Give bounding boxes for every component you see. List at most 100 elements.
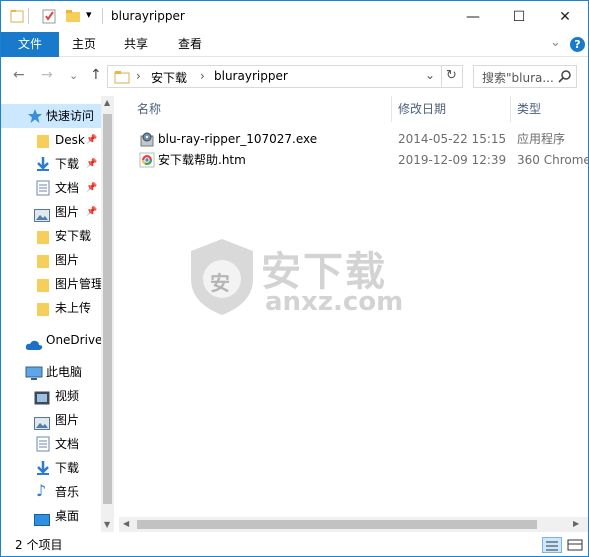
column-header-name[interactable]: 名称 <box>137 96 161 122</box>
watermark-badge: 安 <box>210 271 230 295</box>
sidebar-item-label: 视频 <box>55 389 80 403</box>
sidebar-item-label: 文档 <box>55 181 80 195</box>
sidebar-item-documents[interactable]: 文档 <box>1 432 101 456</box>
breadcrumb-segment[interactable]: blurayripper <box>214 69 288 83</box>
sidebar-item-music[interactable]: ♪ 音乐 <box>1 480 101 504</box>
sidebar-item-folder[interactable]: 图片管理 <box>1 272 104 296</box>
sidebar-item-pictures[interactable]: 图片 📌 <box>1 200 101 224</box>
horizontal-scrollbar[interactable]: ◀ ▶ <box>119 517 588 532</box>
scroll-down-icon[interactable]: ▼ <box>104 520 110 529</box>
folder-icon <box>36 133 50 148</box>
desktop-icon <box>34 510 50 526</box>
pin-icon: 📌 <box>86 207 98 217</box>
divider <box>28 8 29 24</box>
sidebar-item-documents[interactable]: 文档 📌 <box>1 176 101 200</box>
sidebar-item-label: 快速访问 <box>46 109 95 123</box>
column-divider[interactable] <box>391 96 392 122</box>
item-count: 2 个项目 <box>15 538 63 552</box>
sidebar-scrollbar[interactable]: ▲ ▼ <box>101 96 114 532</box>
navigation-bar: ← → ⌄ ↑ › 安下载 › blurayripper ⌄ ↻ 搜索"blur… <box>1 58 588 94</box>
watermark: 安 安下载 anxz.com <box>187 237 407 317</box>
pin-icon: 📌 <box>86 135 98 145</box>
sidebar-item-label: Desk <box>55 133 85 147</box>
details-view-icon[interactable] <box>542 537 562 553</box>
sidebar-item-onedrive[interactable]: OneDrive <box>1 328 102 352</box>
sidebar-item-label: 图片 <box>55 205 80 219</box>
document-icon <box>36 180 50 196</box>
cloud-icon <box>25 335 43 350</box>
up-arrow-icon[interactable]: ↑ <box>90 67 102 83</box>
expand-ribbon-icon[interactable]: ⌄ <box>550 35 561 50</box>
file-row[interactable]: 安下载帮助.htm 2019-12-09 12:39 360 Chrome <box>137 150 588 171</box>
file-name: 安下载帮助.htm <box>158 153 246 167</box>
sidebar-item-this-pc[interactable]: 此电脑 <box>1 360 101 384</box>
properties-icon[interactable] <box>41 8 57 24</box>
download-icon <box>35 156 49 171</box>
tab-view[interactable]: 查看 <box>167 32 213 57</box>
search-placeholder: 搜索"blura... <box>482 71 554 85</box>
sidebar-item-label: 此电脑 <box>46 365 83 379</box>
chrome-html-icon <box>139 152 155 175</box>
minimize-button[interactable]: — <box>450 1 496 32</box>
sidebar-item-desktop[interactable]: 桌面 <box>1 504 101 528</box>
folder-icon <box>36 277 50 292</box>
sidebar-item-folder[interactable]: 安下载 <box>1 224 101 248</box>
divider <box>102 8 103 24</box>
back-arrow-icon[interactable]: ← <box>13 67 25 83</box>
file-row[interactable]: blu-ray-ripper_107027.exe 2014-05-22 15:… <box>137 129 588 150</box>
scroll-right-icon[interactable]: ▶ <box>573 519 579 528</box>
sort-ascending-icon: ^ <box>256 96 266 103</box>
column-divider[interactable] <box>510 96 511 122</box>
quick-access-dropdown-icon[interactable]: ▾ <box>86 8 92 21</box>
sidebar-item-folder[interactable]: 未上传 <box>1 296 101 320</box>
tab-home[interactable]: 主页 <box>61 32 107 57</box>
sidebar-item-pictures[interactable]: 图片 <box>1 408 101 432</box>
sidebar-item-downloads[interactable]: 下载 <box>1 456 101 480</box>
document-icon <box>36 436 50 452</box>
maximize-button[interactable]: ☐ <box>496 1 542 32</box>
sidebar-item-videos[interactable]: 视频 <box>1 384 101 408</box>
sidebar-item-label: 安下载 <box>55 229 92 243</box>
tab-file[interactable]: 文件 <box>1 32 59 57</box>
pin-icon: 📌 <box>86 159 98 169</box>
ribbon: 文件 主页 共享 查看 ⌄ ? <box>1 32 588 57</box>
sidebar-item-folder[interactable]: 图片 <box>1 248 101 272</box>
scrollbar-thumb[interactable] <box>103 114 112 504</box>
recent-locations-icon[interactable]: ⌄ <box>69 69 78 82</box>
new-folder-icon[interactable] <box>65 8 81 24</box>
forward-arrow-icon[interactable]: → <box>41 67 53 83</box>
help-icon[interactable]: ? <box>570 37 585 52</box>
close-button[interactable]: ✕ <box>542 1 588 32</box>
scrollbar-thumb[interactable] <box>137 520 537 529</box>
large-icons-view-icon[interactable] <box>566 537 584 553</box>
pin-icon: 📌 <box>86 183 98 193</box>
file-date: 2019-12-09 12:39 <box>398 153 507 167</box>
divider <box>441 66 442 87</box>
file-type: 应用程序 <box>517 132 566 146</box>
file-date: 2014-05-22 15:15 <box>398 132 507 146</box>
sidebar-item-downloads[interactable]: 下载 📌 <box>1 152 101 176</box>
scroll-left-icon[interactable]: ◀ <box>123 519 129 528</box>
sidebar-item-label: 桌面 <box>55 509 80 523</box>
refresh-icon[interactable]: ↻ <box>446 68 457 83</box>
file-type: 360 Chrome <box>517 153 588 167</box>
computer-icon <box>25 365 43 380</box>
sidebar-item-quick-access[interactable]: 快速访问 <box>1 104 101 128</box>
column-header-type[interactable]: 类型 <box>517 96 541 122</box>
search-icon[interactable] <box>558 69 572 86</box>
star-icon <box>27 108 42 123</box>
search-box[interactable]: 搜索"blura... <box>473 65 577 88</box>
window-title: blurayripper <box>111 9 185 23</box>
download-icon <box>35 460 49 475</box>
picture-icon <box>34 206 50 222</box>
sidebar-item-desktop[interactable]: Desk 📌 <box>1 128 101 152</box>
column-header-date[interactable]: 修改日期 <box>398 96 446 122</box>
sidebar-item-label: 图片管理 <box>55 277 104 291</box>
sidebar-item-label: 音乐 <box>55 485 80 499</box>
status-bar: 2 个项目 <box>1 534 588 556</box>
tab-share[interactable]: 共享 <box>113 32 159 57</box>
address-bar[interactable]: › 安下载 › blurayripper ⌄ ↻ <box>107 65 463 88</box>
breadcrumb-segment[interactable]: 安下载 <box>151 69 187 86</box>
scroll-up-icon[interactable]: ▲ <box>104 98 110 107</box>
address-dropdown-icon[interactable]: ⌄ <box>425 68 435 82</box>
